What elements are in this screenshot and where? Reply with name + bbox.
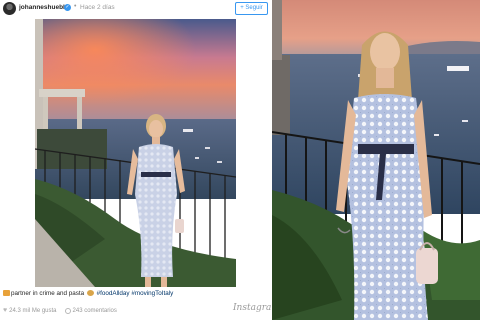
post-photo[interactable] bbox=[35, 19, 236, 287]
hashtag[interactable]: #foodAllday bbox=[97, 290, 130, 297]
post-header: johanneshuebl ✓ • Hace 2 días + Seguir bbox=[0, 0, 270, 18]
follow-button[interactable]: + Seguir bbox=[235, 2, 268, 15]
post-footer: partner in crime and pasta #foodAllday #… bbox=[0, 289, 280, 320]
comments-count[interactable]: 243 comentarios bbox=[73, 308, 117, 314]
likes-count[interactable]: 24.3 mil Me gusta bbox=[9, 308, 56, 314]
hashtag[interactable]: #movingToItaly bbox=[131, 290, 173, 297]
caption: partner in crime and pasta #foodAllday #… bbox=[3, 290, 173, 297]
username[interactable]: johanneshuebl bbox=[19, 4, 65, 11]
post-photo-image bbox=[35, 19, 236, 287]
emoji-icon bbox=[3, 290, 10, 296]
post-stats: ♥ 24.3 mil Me gusta 243 comentarios bbox=[3, 307, 117, 314]
post-time[interactable]: Hace 2 días bbox=[80, 4, 115, 11]
side-photo-image bbox=[272, 0, 480, 320]
heart-icon[interactable]: ♥ bbox=[3, 307, 7, 314]
side-photo bbox=[272, 0, 480, 320]
instagram-post: johanneshuebl ✓ • Hace 2 días + Seguir p… bbox=[0, 0, 280, 320]
pasta-emoji-icon bbox=[86, 290, 94, 296]
comment-icon[interactable] bbox=[64, 307, 71, 314]
avatar[interactable] bbox=[3, 2, 16, 15]
separator-dot: • bbox=[74, 3, 77, 10]
caption-text: partner in crime and pasta bbox=[11, 290, 85, 297]
verified-icon: ✓ bbox=[64, 4, 71, 11]
